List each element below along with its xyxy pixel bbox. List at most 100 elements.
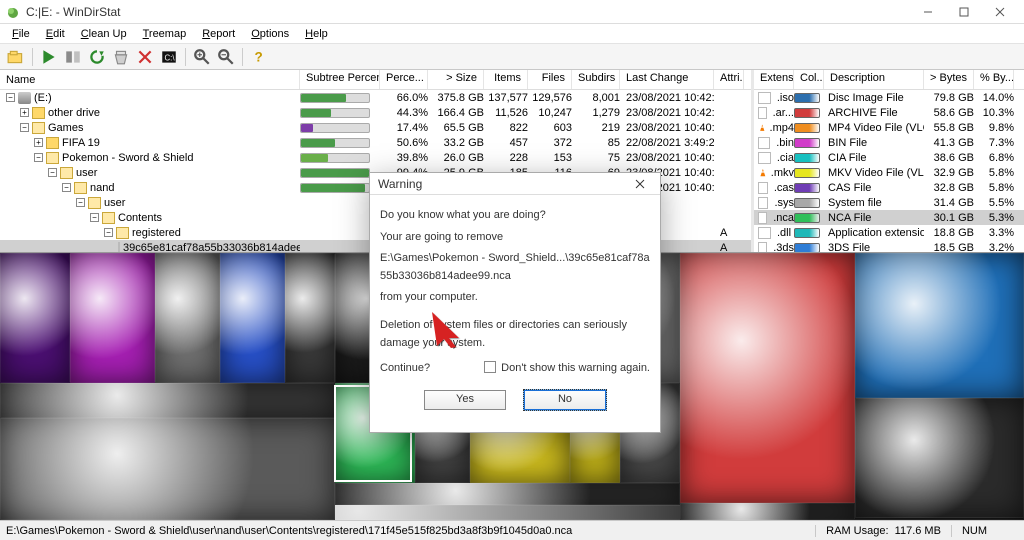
folder-open-icon [102,212,115,224]
col-bypct[interactable]: % By... [974,70,1014,89]
zoom-in-icon[interactable] [193,48,211,66]
menu-edit[interactable]: Edit [38,27,73,41]
treemap-block[interactable] [220,253,285,383]
play-icon[interactable] [40,48,58,66]
ext-row[interactable]: .mkvMKV Video File (VLC)32.9 GB5.8% [754,165,1024,180]
col-ext[interactable]: Extensi... [754,70,794,89]
status-ram: RAM Usage: 117.6 MB [815,525,951,537]
treemap-block[interactable] [155,253,220,383]
open-icon[interactable] [7,48,25,66]
col-files[interactable]: Files [528,70,572,89]
close-button[interactable] [982,2,1018,22]
expand-icon[interactable]: − [20,123,29,132]
treemap-block[interactable] [70,253,155,383]
minimize-button[interactable] [910,2,946,22]
treemap-block[interactable] [470,383,570,483]
treemap-block[interactable] [680,503,855,520]
row-name: user [104,197,125,209]
col-subtree[interactable]: Subtree Percent... [300,70,380,89]
expand-icon[interactable]: − [76,198,85,207]
maximize-button[interactable] [946,2,982,22]
tree-header[interactable]: Name Subtree Percent... Perce... > Size … [0,70,751,90]
list-toggle-icon[interactable] [64,48,82,66]
ext-header[interactable]: Extensi... Col... Description > Bytes % … [754,70,1024,90]
tree-row[interactable]: −registeredA [0,225,751,240]
col-bytes[interactable]: > Bytes [924,70,974,89]
extension-pane[interactable]: Extensi... Col... Description > Bytes % … [754,70,1024,252]
tree-row[interactable]: +other drive44.3%166.4 GB11,52610,2471,2… [0,105,751,120]
expand-icon[interactable]: + [34,138,43,147]
expand-icon[interactable]: + [20,108,29,117]
expand-icon[interactable]: − [48,168,57,177]
menu-help[interactable]: Help [297,27,336,41]
col-percent[interactable]: Perce... [380,70,428,89]
treemap-block[interactable] [570,383,620,483]
col-size[interactable]: > Size [428,70,484,89]
expand-icon[interactable]: − [62,183,71,192]
treemap-block[interactable] [570,253,680,383]
tree-row[interactable]: −Pokemon - Sword & Shield39.8%26.0 GB228… [0,150,751,165]
treemap-block[interactable] [855,253,1024,398]
treemap-block[interactable] [415,383,470,483]
menu-treemap[interactable]: Treemap [135,27,195,41]
tree-row[interactable]: −(E:)66.0%375.8 GB137,577129,5768,00123/… [0,90,751,105]
ext-row[interactable]: .3ds3DS File18.5 GB3.2% [754,240,1024,252]
menu-options[interactable]: Options [243,27,297,41]
treemap-block[interactable] [0,383,335,418]
treemap-block[interactable] [335,483,680,505]
treemap-block[interactable] [855,398,1024,518]
status-bar: E:\Games\Pokemon - Sword & Shield\user\n… [0,520,1024,540]
treemap-block[interactable] [460,253,570,383]
tree-row[interactable]: −Games17.4%65.5 GB82260321923/08/2021 10… [0,120,751,135]
help-icon[interactable]: ? [250,48,268,66]
ext-row[interactable]: .isoDisc Image File79.8 GB14.0% [754,90,1024,105]
ext-row[interactable]: .ar...ARCHIVE File58.6 GB10.3% [754,105,1024,120]
treemap-block[interactable] [0,253,70,383]
treemap[interactable] [0,253,1024,520]
recycle-bin-icon[interactable] [112,48,130,66]
col-desc[interactable]: Description [824,70,924,89]
ext-row[interactable]: .binBIN File41.3 GB7.3% [754,135,1024,150]
tree-row[interactable]: −user99.4%25.9 GB1851166923/08/2021 10:4… [0,165,751,180]
treemap-block[interactable] [335,253,425,383]
treemap-block[interactable] [285,253,335,383]
ext-row[interactable]: .ciaCIA File38.6 GB6.8% [754,150,1024,165]
col-subdirs[interactable]: Subdirs [572,70,620,89]
ext-row[interactable]: .mp4MP4 Video File (VLC)55.8 GB9.8% [754,120,1024,135]
menu-report[interactable]: Report [194,27,243,41]
expand-icon[interactable]: − [34,153,43,162]
ext-row[interactable]: .dllApplication extension18.8 GB3.3% [754,225,1024,240]
treemap-block[interactable] [0,418,335,520]
col-name[interactable]: Name [0,70,300,89]
ext-row[interactable]: .sysSystem file31.4 GB5.5% [754,195,1024,210]
col-attr[interactable]: Attri... [714,70,744,89]
expand-icon[interactable]: − [90,213,99,222]
treemap-block[interactable] [620,383,680,483]
col-items[interactable]: Items [484,70,528,89]
cmd-icon[interactable]: C:\ [160,48,178,66]
expand-icon[interactable]: − [6,93,15,102]
tree-rows[interactable]: −(E:)66.0%375.8 GB137,577129,5768,00123/… [0,90,751,252]
tree-row[interactable]: 39c65e81caf78a55b33036b814adee99.ncaA [0,240,751,252]
refresh-icon[interactable] [88,48,106,66]
tree-row[interactable]: −Contents [0,210,751,225]
col-last[interactable]: Last Change [620,70,714,89]
ext-rows[interactable]: .isoDisc Image File79.8 GB14.0%.ar...ARC… [754,90,1024,252]
tree-row[interactable]: − user [0,195,751,210]
expand-icon[interactable]: − [104,228,113,237]
tree-row[interactable]: −nand94.1%24.4 GB36191723/08/2021 10:40: [0,180,751,195]
treemap-block[interactable] [425,253,460,383]
folder-icon [32,107,45,119]
menu-file[interactable]: File [4,27,38,41]
tree-pane[interactable]: Name Subtree Percent... Perce... > Size … [0,70,754,252]
folder-open-icon [46,152,59,164]
col-color[interactable]: Col... [794,70,824,89]
ext-row[interactable]: .casCAS File32.8 GB5.8% [754,180,1024,195]
treemap-block[interactable] [680,253,855,503]
row-name: 39c65e81caf78a55b33036b814adee99.nca [123,242,300,253]
zoom-out-icon[interactable] [217,48,235,66]
menu-clean-up[interactable]: Clean Up [73,27,135,41]
ext-row[interactable]: .ncaNCA File30.1 GB5.3% [754,210,1024,225]
tree-row[interactable]: +FIFA 1950.6%33.2 GB4573728522/08/2021 3… [0,135,751,150]
delete-icon[interactable] [136,48,154,66]
